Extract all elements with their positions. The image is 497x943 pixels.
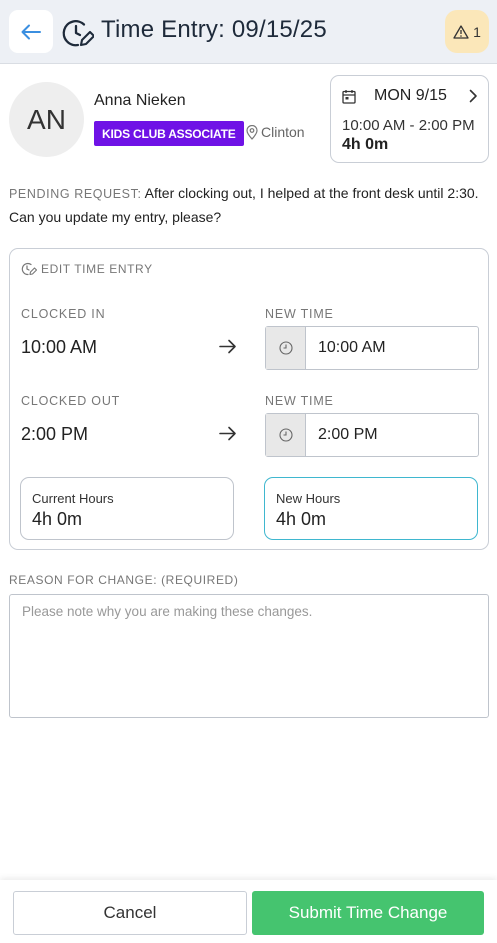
current-hours-box: Current Hours 4h 0m <box>20 477 234 540</box>
avatar: AN <box>9 82 84 157</box>
arrow-right-icon <box>219 339 236 354</box>
shift-time-range: 10:00 AM - 2:00 PM <box>342 117 475 134</box>
clock-edit-icon <box>21 262 37 276</box>
new-in-time-label: NEW TIME <box>265 307 334 321</box>
clock-icon <box>266 414 306 456</box>
pending-request-label: PENDING REQUEST: <box>9 187 142 201</box>
new-clock-out-value: 2:00 PM <box>318 426 378 443</box>
current-hours-label: Current Hours <box>32 491 114 506</box>
new-clock-in-value: 10:00 AM <box>318 339 386 356</box>
alert-badge[interactable]: 1 <box>445 10 489 53</box>
submit-time-change-button[interactable]: Submit Time Change <box>252 891 484 935</box>
new-out-time-label: NEW TIME <box>265 394 334 408</box>
new-clock-in-input[interactable]: 10:00 AM <box>265 326 479 370</box>
shift-hours: 4h 0m <box>342 136 389 153</box>
role-badge: KIDS CLUB ASSOCIATE <box>94 121 244 146</box>
new-clock-out-input[interactable]: 2:00 PM <box>265 413 479 457</box>
location-name: Clinton <box>261 124 305 140</box>
employee-name: Anna Nieken <box>94 92 186 109</box>
new-hours-value: 4h 0m <box>276 509 327 529</box>
alert-count: 1 <box>473 23 481 40</box>
footer-bar: Cancel Submit Time Change <box>0 880 497 943</box>
warning-triangle-icon <box>453 24 469 39</box>
calendar-icon <box>342 90 356 104</box>
header-bar: Time Entry: 09/15/25 1 <box>0 0 497 64</box>
chevron-right-icon <box>469 89 477 103</box>
shift-day: MON 9/15 <box>374 87 447 104</box>
edit-time-entry-heading: EDIT TIME ENTRY <box>21 262 153 276</box>
current-hours-value: 4h 0m <box>32 509 83 529</box>
edit-time-entry-card: EDIT TIME ENTRY CLOCKED IN 10:00 AM NEW … <box>9 248 489 550</box>
edit-heading-text: EDIT TIME ENTRY <box>41 262 153 276</box>
reason-textarea[interactable] <box>9 594 489 718</box>
pending-request: PENDING REQUEST: After clocking out, I h… <box>9 182 491 229</box>
map-pin-icon <box>246 124 258 140</box>
clocked-in-label: CLOCKED IN <box>21 307 106 321</box>
page-title: Time Entry: 09/15/25 <box>101 16 327 43</box>
cancel-button[interactable]: Cancel <box>13 891 247 935</box>
location: Clinton <box>246 124 305 140</box>
shift-card[interactable]: MON 9/15 10:00 AM - 2:00 PM 4h 0m <box>330 75 489 163</box>
new-hours-label: New Hours <box>276 491 341 506</box>
clocked-out-label: CLOCKED OUT <box>21 394 121 408</box>
arrow-right-icon <box>219 426 236 441</box>
arrow-left-icon <box>21 24 41 39</box>
reason-label: REASON FOR CHANGE: (REQUIRED) <box>9 573 239 587</box>
clock-icon <box>266 327 306 369</box>
clock-edit-icon <box>62 20 94 47</box>
clocked-out-value: 2:00 PM <box>21 424 89 444</box>
back-button[interactable] <box>9 10 53 53</box>
new-hours-box: New Hours 4h 0m <box>264 477 478 540</box>
clocked-in-value: 10:00 AM <box>21 337 98 357</box>
